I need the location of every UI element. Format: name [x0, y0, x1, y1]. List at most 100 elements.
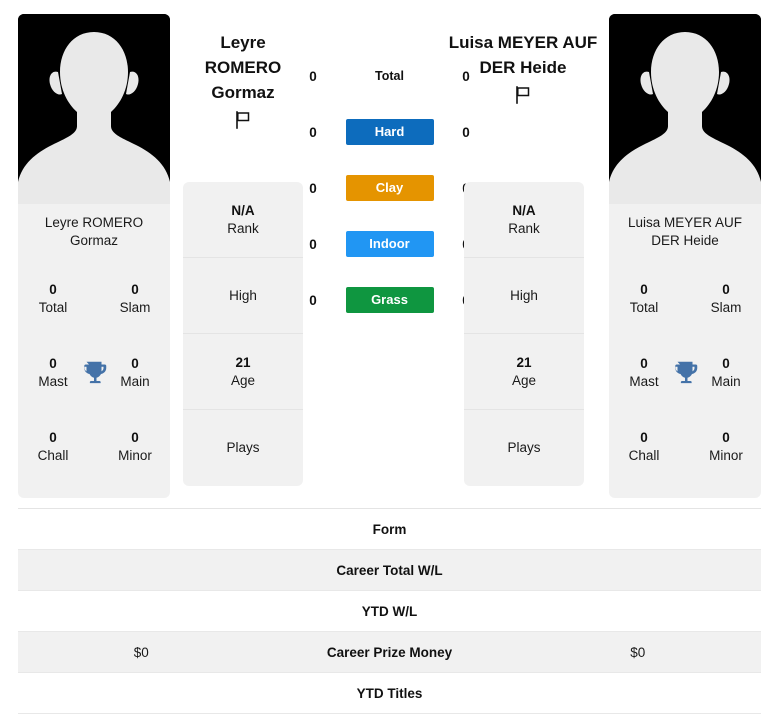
- trophy-icon: [79, 358, 109, 388]
- titles-label: Chall: [37, 448, 69, 463]
- surface-value-left: 0: [309, 68, 317, 84]
- player-card-left[interactable]: Leyre ROMERO Gormaz 0 Total 0 Slam 0 Mas…: [18, 14, 170, 498]
- titles-value: 0: [49, 282, 57, 297]
- comparison-header-area: Leyre ROMERO Gormaz 0 Total 0 Slam 0 Mas…: [0, 0, 779, 500]
- titles-value: 0: [722, 430, 730, 445]
- titles-label: Chall: [628, 448, 660, 463]
- info-label: Rank: [227, 220, 259, 236]
- flag-icon: [512, 84, 534, 106]
- titles-grid-left: 0 Total 0 Slam 0 Mast 0 Main 0 Chall 0 M…: [18, 254, 170, 498]
- surface-row-total: 0 Total 0: [302, 62, 477, 90]
- surface-value-left: 0: [309, 292, 317, 308]
- surface-value-left: 0: [309, 180, 317, 196]
- titles-label: Minor: [709, 448, 743, 463]
- titles-label: Slam: [710, 300, 742, 315]
- info-card-left: N/A Rank High 21 Age Plays: [183, 182, 303, 486]
- info-segment-age: 21 Age: [183, 334, 303, 410]
- titles-value: 0: [722, 356, 730, 371]
- surface-badge-clay: Clay: [345, 175, 434, 201]
- titles-label: Slam: [119, 300, 151, 315]
- surface-badge-grass: Grass: [345, 287, 434, 313]
- titles-label: Minor: [118, 448, 152, 463]
- titles-label: Main: [711, 374, 741, 389]
- info-label: Rank: [508, 220, 540, 236]
- titles-cell: 0 Mast: [24, 355, 82, 391]
- titles-row: 0 Mast 0 Main: [18, 336, 170, 410]
- player-card-name-right: Luisa MEYER AUF DER Heide: [627, 215, 743, 248]
- table-cell-label: YTD W/L: [361, 603, 418, 619]
- flag-icon-glyph: [516, 86, 530, 104]
- flag-icon-glyph: [236, 111, 250, 129]
- info-label: Age: [230, 372, 256, 388]
- info-segment-high: High: [183, 258, 303, 334]
- titles-label: Mast: [629, 374, 659, 389]
- surface-badge-hard: Hard: [345, 119, 434, 145]
- info-segment-plays: Plays: [464, 410, 584, 486]
- surface-badge-total: Total: [375, 69, 404, 83]
- titles-label: Main: [120, 374, 150, 389]
- surface-row-clay: 0 Clay 0: [302, 174, 477, 202]
- player-card-right[interactable]: Luisa MEYER AUF DER Heide 0 Total 0 Slam…: [609, 14, 761, 498]
- surface-value-left: 0: [309, 236, 317, 252]
- titles-cell: 0 Minor: [106, 429, 164, 465]
- avatar-placeholder-icon: [609, 14, 761, 204]
- table-row: YTD W/L: [18, 591, 761, 632]
- titles-row: 0 Chall 0 Minor: [18, 410, 170, 484]
- info-card-right: N/A Rank High 21 Age Plays: [464, 182, 584, 486]
- titles-row: 0 Total 0 Slam: [609, 262, 761, 336]
- avatar-placeholder-icon: [18, 14, 170, 204]
- table-cell-right: $0: [630, 644, 646, 660]
- titles-cell: 0 Chall: [615, 429, 673, 465]
- avatar: [18, 14, 170, 204]
- table-cell-label: Career Total W/L: [336, 562, 443, 578]
- titles-cell: 0 Mast: [615, 355, 673, 391]
- info-value: N/A: [231, 202, 255, 218]
- trophy-icon-glyph: [84, 361, 107, 384]
- surface-badge-indoor: Indoor: [345, 231, 434, 257]
- titles-cell: 0 Chall: [24, 429, 82, 465]
- titles-label: Mast: [38, 374, 68, 389]
- titles-cell: 0 Slam: [697, 281, 755, 317]
- titles-value: 0: [640, 356, 648, 371]
- info-segment-high: High: [464, 258, 584, 334]
- titles-cell: 0 Main: [106, 355, 164, 391]
- player-name-line: Luisa MEYER AUF: [448, 33, 598, 52]
- info-segment-plays: Plays: [183, 410, 303, 486]
- info-value: N/A: [512, 202, 536, 218]
- titles-row: 0 Mast 0 Main: [609, 336, 761, 410]
- info-label: Plays: [507, 440, 541, 455]
- table-cell-label: Form: [372, 521, 407, 537]
- table-row: YTD Titles: [18, 673, 761, 714]
- info-label: Plays: [226, 440, 260, 455]
- titles-value: 0: [49, 430, 57, 445]
- table-cell-label: YTD Titles: [356, 685, 423, 701]
- surface-row-hard: 0 Hard 0: [302, 118, 477, 146]
- info-label: High: [229, 287, 257, 303]
- comparison-table: Form Career Total W/L YTD W/L $0 Career …: [18, 508, 761, 714]
- titles-value: 0: [131, 282, 139, 297]
- surface-row-grass: 0 Grass 0: [302, 286, 477, 314]
- titles-label: Total: [629, 300, 659, 315]
- titles-value: 0: [131, 356, 139, 371]
- titles-value: 0: [722, 282, 730, 297]
- info-segment-rank: N/A Rank: [183, 182, 303, 258]
- player-card-name-left: Leyre ROMERO Gormaz: [44, 215, 144, 248]
- info-segment-age: 21 Age: [464, 334, 584, 410]
- titles-value: 0: [640, 430, 648, 445]
- titles-cell: 0 Total: [615, 281, 673, 317]
- titles-label: Total: [38, 300, 68, 315]
- table-cell-label: Career Prize Money: [326, 644, 453, 660]
- info-label: High: [510, 287, 538, 303]
- surface-value-right: 0: [462, 68, 470, 84]
- table-cell-left: $0: [133, 644, 149, 660]
- table-row: Career Total W/L: [18, 550, 761, 591]
- surface-value-right: 0: [462, 124, 470, 140]
- info-segment-rank: N/A Rank: [464, 182, 584, 258]
- titles-cell: 0 Total: [24, 281, 82, 317]
- player-name-line: Leyre: [220, 33, 266, 52]
- trophy-icon: [670, 358, 700, 388]
- titles-row: 0 Total 0 Slam: [18, 262, 170, 336]
- table-row: $0 Career Prize Money $0: [18, 632, 761, 673]
- titles-grid-right: 0 Total 0 Slam 0 Mast 0 Main 0 Chall 0 M…: [609, 254, 761, 498]
- titles-row: 0 Chall 0 Minor: [609, 410, 761, 484]
